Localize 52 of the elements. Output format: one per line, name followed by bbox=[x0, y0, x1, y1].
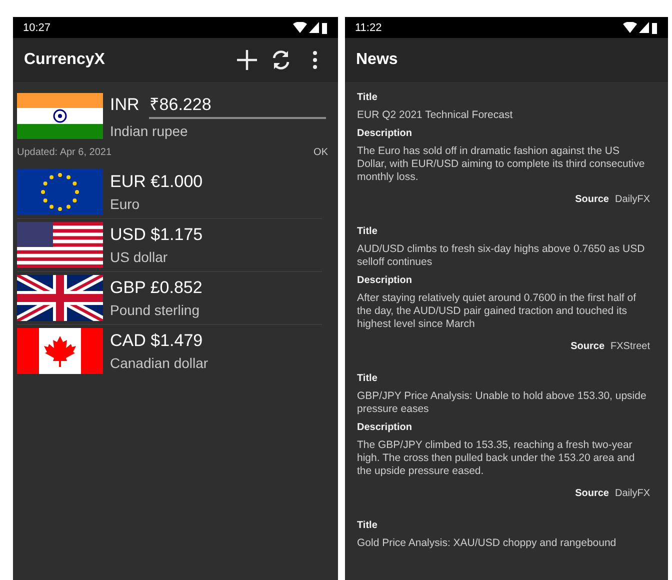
app-title: News bbox=[356, 51, 398, 69]
status-time: 10:27 bbox=[23, 22, 51, 34]
currency-amount: GBP £0.852 bbox=[110, 278, 204, 298]
field-label: Source bbox=[570, 341, 605, 352]
field-label: Title bbox=[357, 226, 378, 237]
amount-field[interactable]: ₹86.228 bbox=[149, 92, 326, 119]
field-label: Title bbox=[357, 373, 378, 384]
currency-name: Pound sterling bbox=[110, 302, 201, 318]
signal-icon bbox=[639, 22, 649, 33]
wifi-icon bbox=[293, 22, 307, 33]
field-label: Description bbox=[357, 275, 414, 286]
field-label: Source bbox=[575, 194, 609, 205]
currency-name: Canadian dollar bbox=[110, 355, 210, 371]
stars-flag-icon bbox=[17, 169, 103, 215]
plus-icon[interactable] bbox=[235, 48, 259, 72]
status-time: 11:22 bbox=[355, 22, 382, 34]
field-label: Description bbox=[357, 128, 414, 139]
leaf-flag-icon bbox=[17, 328, 103, 374]
ok-button[interactable]: OK bbox=[314, 147, 328, 158]
cross-flag-icon bbox=[17, 275, 103, 321]
currency-row[interactable]: EUR €1.000 Euro bbox=[17, 166, 322, 219]
article-title: EUR Q2 2021 Technical Forecast bbox=[357, 109, 514, 122]
flag-icon bbox=[17, 92, 103, 138]
currency-row[interactable]: USD $1.175 US dollar bbox=[17, 219, 322, 272]
stripes-flag-icon bbox=[17, 222, 103, 268]
field-label: Source bbox=[575, 488, 609, 499]
wifi-icon bbox=[623, 22, 637, 33]
article-title: AUD/USD climbs to fresh six-day highs above 0.7650 as USD selloff continues bbox=[357, 243, 646, 269]
article-description: After staying relatively quiet around 0.7600 in the first half of the day, the AUD/USD pair gained traction and touched its highest level since March bbox=[357, 292, 637, 331]
field-label: Title bbox=[357, 520, 378, 531]
field-label: Description bbox=[357, 422, 414, 433]
currency-name: Indian rupee bbox=[110, 123, 189, 139]
article-source: DailyFX bbox=[614, 488, 650, 499]
currency-name: US dollar bbox=[110, 249, 169, 265]
currency-code: INR bbox=[110, 95, 140, 115]
signal-icon bbox=[309, 22, 319, 33]
battery-icon bbox=[321, 22, 328, 34]
currency-amount: EUR €1.000 bbox=[110, 172, 204, 192]
article-source: FXStreet bbox=[610, 341, 650, 352]
app-title: CurrencyX bbox=[24, 51, 105, 69]
currency-amount: USD $1.175 bbox=[110, 225, 204, 245]
updated-date: Updated: Apr 6, 2021 bbox=[17, 147, 112, 158]
battery-icon bbox=[651, 22, 658, 34]
article-title: Gold Price Analysis: XAU/USD choppy and rangebound bbox=[357, 537, 618, 550]
article-description: The GBP/JPY climbed to 153.35, reaching a fresh two-year high. The cross then pulled back under the 153.20 area and the upside pressure eased. bbox=[357, 439, 636, 478]
currency-name: Euro bbox=[110, 196, 141, 212]
currency-row[interactable]: CAD $1.479 Canadian dollar bbox=[17, 325, 322, 377]
field-label: Title bbox=[357, 92, 378, 103]
article-source: DailyFX bbox=[614, 194, 650, 205]
currency-amount: CAD $1.479 bbox=[110, 331, 204, 351]
article-description: The Euro has sold off in dramatic fashion against the US Dollar, with EUR/USD aiming to complete its third consecutive monthly loss. bbox=[357, 145, 646, 184]
article-title: GBP/JPY Price Analysis: Unable to hold above 153.30, upside pressure eases bbox=[357, 390, 648, 416]
